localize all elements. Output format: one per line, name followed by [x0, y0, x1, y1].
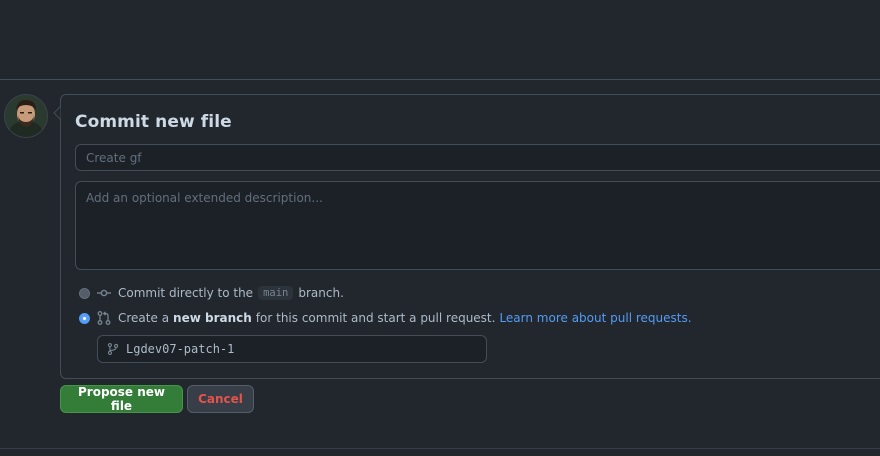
divider: [0, 79, 880, 80]
git-commit-icon: [97, 289, 111, 297]
branch-tag: main: [258, 286, 294, 300]
commit-title: Commit new file: [75, 112, 232, 132]
commit-direct-suffix: branch.: [298, 286, 344, 300]
new-branch-strong: new branch: [173, 311, 252, 325]
branch-name-input[interactable]: Lgdev07-patch-1: [97, 335, 487, 363]
commit-form: Commit new file Commit directly to the m…: [53, 94, 880, 379]
avatar[interactable]: [4, 94, 48, 138]
learn-more-link[interactable]: Learn more about pull requests.: [499, 311, 691, 325]
caret-pointer: [53, 106, 67, 120]
header-area: [0, 0, 880, 79]
git-branch-icon: [107, 343, 119, 355]
commit-direct-prefix: Commit directly to the: [118, 286, 254, 300]
new-branch-suffix: for this commit and start a pull request…: [255, 311, 496, 325]
avatar-image: [5, 95, 47, 137]
new-branch-option[interactable]: Create a new branch for this commit and …: [79, 309, 692, 327]
branch-name-value[interactable]: Lgdev07-patch-1: [126, 342, 234, 356]
commit-summary-input[interactable]: [75, 144, 880, 171]
commit-direct-option[interactable]: Commit directly to the main branch.: [79, 284, 344, 302]
commit-description-textarea[interactable]: [75, 181, 880, 270]
new-branch-radio[interactable]: [79, 312, 90, 324]
cancel-button[interactable]: Cancel: [187, 385, 254, 413]
git-pull-request-icon: [97, 311, 111, 325]
commit-direct-radio[interactable]: [79, 287, 90, 299]
propose-new-file-button[interactable]: Propose new file: [60, 385, 183, 413]
divider: [0, 448, 880, 449]
new-branch-prefix: Create a: [118, 311, 170, 325]
